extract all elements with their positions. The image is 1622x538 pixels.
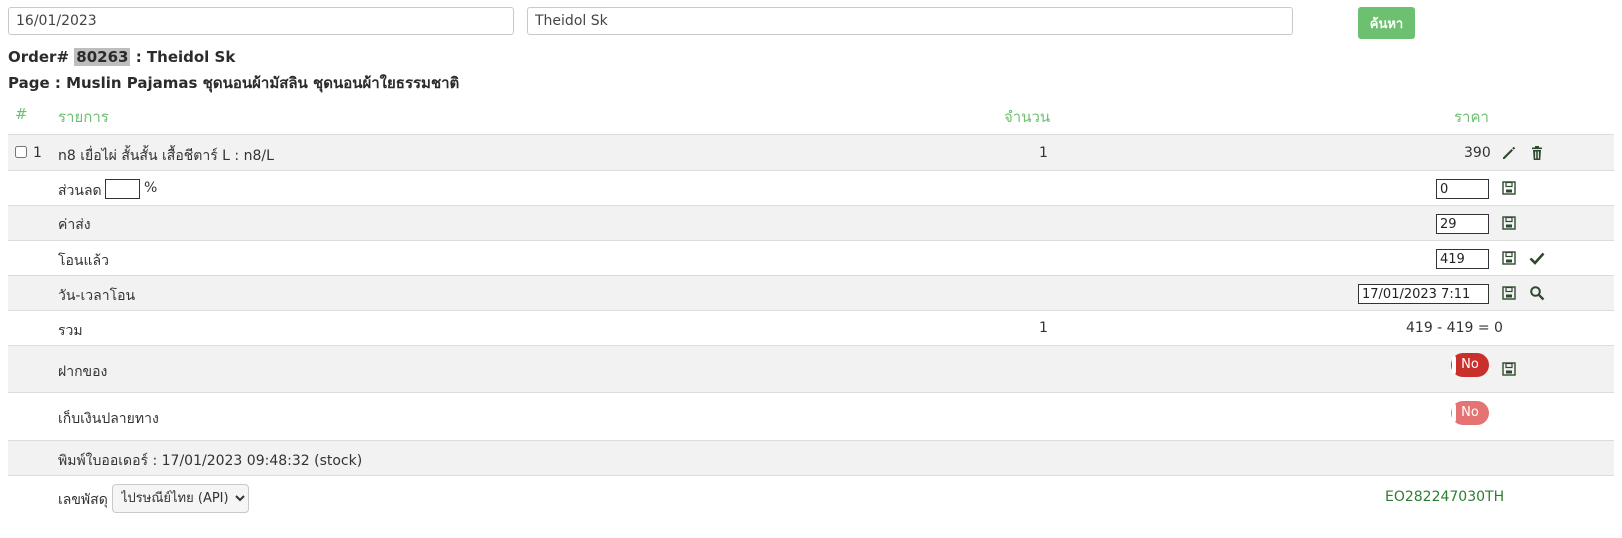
total-summary: 419 - 419 = 0 [1406, 320, 1503, 336]
parcel-row: เลขพัสดุ ไปรษณีย์ไทย (API) EO282247030TH [8, 475, 1614, 520]
shipping-row: ค่าส่ง [8, 205, 1614, 240]
item-index: 1 [33, 145, 42, 161]
checkmark-icon[interactable] [1529, 250, 1545, 266]
transfer-datetime-row: วัน-เวลาโอน [8, 275, 1614, 310]
order-prefix: Order# [8, 48, 70, 66]
item-checkbox[interactable] [15, 146, 27, 158]
cod-label: เก็บเงินปลายทาง [58, 411, 159, 427]
print-row: พิมพ์ใบออเดอร์ : 17/01/2023 09:48:32 (st… [8, 440, 1614, 475]
toggle-knob [1452, 404, 1456, 422]
header-num: # [15, 105, 28, 123]
discount-percent-input[interactable] [105, 179, 140, 199]
parcel-label: เลขพัสดุ [58, 492, 108, 508]
discount-row: ส่วนลด % [8, 170, 1614, 205]
toggle-knob [1452, 356, 1456, 374]
transferred-row: โอนแล้ว [8, 240, 1614, 275]
header-qty: จำนวน [1004, 108, 1051, 126]
cod-row: เก็บเงินปลายทาง No [8, 392, 1614, 440]
save-icon[interactable] [1501, 361, 1517, 377]
item-qty: 1 [1039, 145, 1048, 161]
percent-sign: % [144, 180, 158, 196]
header-item: รายการ [58, 108, 109, 126]
order-title: Order# 80263 : Theidol Sk [8, 48, 235, 66]
search-button[interactable]: ค้นหา [1358, 7, 1415, 39]
pencil-icon[interactable] [1501, 145, 1517, 161]
deposit-toggle[interactable]: No [1451, 353, 1489, 377]
table-row: 1 n8 เยื่อไผ่ สั้นสั้น เสื้อชีตาร์ L : n… [8, 134, 1614, 170]
item-name: n8 เยื่อไผ่ สั้นสั้น เสื้อชีตาร์ L : n8/… [58, 148, 274, 164]
search-icon[interactable] [1529, 285, 1545, 301]
shipping-label: ค่าส่ง [58, 217, 91, 233]
transfer-datetime-input[interactable] [1358, 284, 1489, 304]
trash-icon[interactable] [1529, 145, 1545, 161]
transfer-datetime-label: วัน-เวลาโอน [58, 288, 136, 304]
order-number: 80263 [74, 48, 131, 66]
save-icon[interactable] [1501, 180, 1517, 196]
tracking-number[interactable]: EO282247030TH [1385, 489, 1504, 505]
save-icon[interactable] [1501, 250, 1517, 266]
total-qty: 1 [1039, 320, 1048, 336]
cod-toggle-text: No [1461, 405, 1479, 420]
print-info: พิมพ์ใบออเดอร์ : 17/01/2023 09:48:32 (st… [58, 453, 363, 469]
deposit-label: ฝากของ [58, 364, 108, 380]
discount-label: ส่วนลด [58, 183, 102, 199]
carrier-select[interactable]: ไปรษณีย์ไทย (API) [112, 484, 249, 513]
page-line: Page : Muslin Pajamas ชุดนอนผ้ามัสลิน ชุ… [8, 74, 460, 92]
save-icon[interactable] [1501, 215, 1517, 231]
header-price: ราคา [1454, 108, 1489, 126]
transferred-input[interactable] [1436, 249, 1489, 269]
discount-amount-input[interactable] [1436, 179, 1489, 199]
total-row: รวม 1 419 - 419 = 0 [8, 310, 1614, 345]
transferred-label: โอนแล้ว [58, 253, 109, 269]
save-icon[interactable] [1501, 285, 1517, 301]
deposit-row: ฝากของ No [8, 345, 1614, 392]
shipping-input[interactable] [1436, 214, 1489, 234]
total-label: รวม [58, 323, 83, 339]
order-customer: : Theidol Sk [135, 48, 236, 66]
order-date-field[interactable] [8, 7, 514, 35]
cod-toggle[interactable]: No [1451, 401, 1489, 425]
item-price: 390 [1464, 145, 1491, 161]
table-header: # รายการ จำนวน ราคา [8, 98, 1614, 134]
deposit-toggle-text: No [1461, 357, 1479, 372]
customer-name-field[interactable] [527, 7, 1293, 35]
